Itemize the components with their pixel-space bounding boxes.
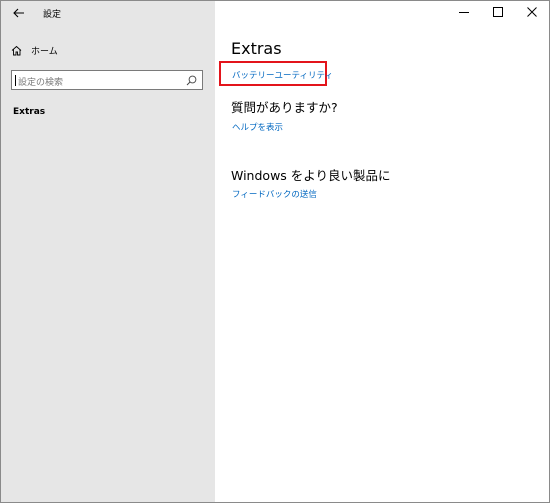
- feedback-link[interactable]: フィードバックの送信: [232, 188, 317, 200]
- help-heading: 質問がありますか?: [231, 100, 338, 115]
- back-arrow-icon: [13, 8, 24, 18]
- window-controls: [447, 1, 549, 23]
- feedback-heading: Windows をより良い製品に: [231, 168, 391, 183]
- close-icon: [527, 7, 537, 17]
- close-button[interactable]: [515, 1, 549, 23]
- home-icon: [11, 45, 22, 55]
- maximize-button[interactable]: [481, 1, 515, 23]
- battery-utility-link[interactable]: バッテリーユーティリティ: [232, 69, 333, 81]
- sidebar-item-extras[interactable]: Extras: [13, 107, 45, 117]
- sidebar: 設定 ホーム 設定の検索 Extras: [1, 1, 215, 502]
- search-input[interactable]: 設定の検索: [11, 70, 203, 90]
- app-title: 設定: [43, 10, 62, 20]
- minimize-button[interactable]: [447, 1, 481, 23]
- sidebar-item-home-label: ホーム: [31, 46, 58, 57]
- text-caret: [15, 75, 16, 86]
- settings-window: 設定 ホーム 設定の検索 Extras Extras バッテリーユーティリティ …: [0, 0, 550, 503]
- search-placeholder: 設定の検索: [18, 78, 64, 88]
- maximize-icon: [493, 7, 503, 17]
- search-icon[interactable]: [186, 75, 197, 86]
- help-link[interactable]: ヘルプを表示: [232, 121, 283, 133]
- page-title: Extras: [231, 39, 282, 58]
- back-button[interactable]: [9, 3, 29, 23]
- sidebar-item-home[interactable]: ホーム: [11, 41, 58, 59]
- minimize-icon: [459, 12, 469, 13]
